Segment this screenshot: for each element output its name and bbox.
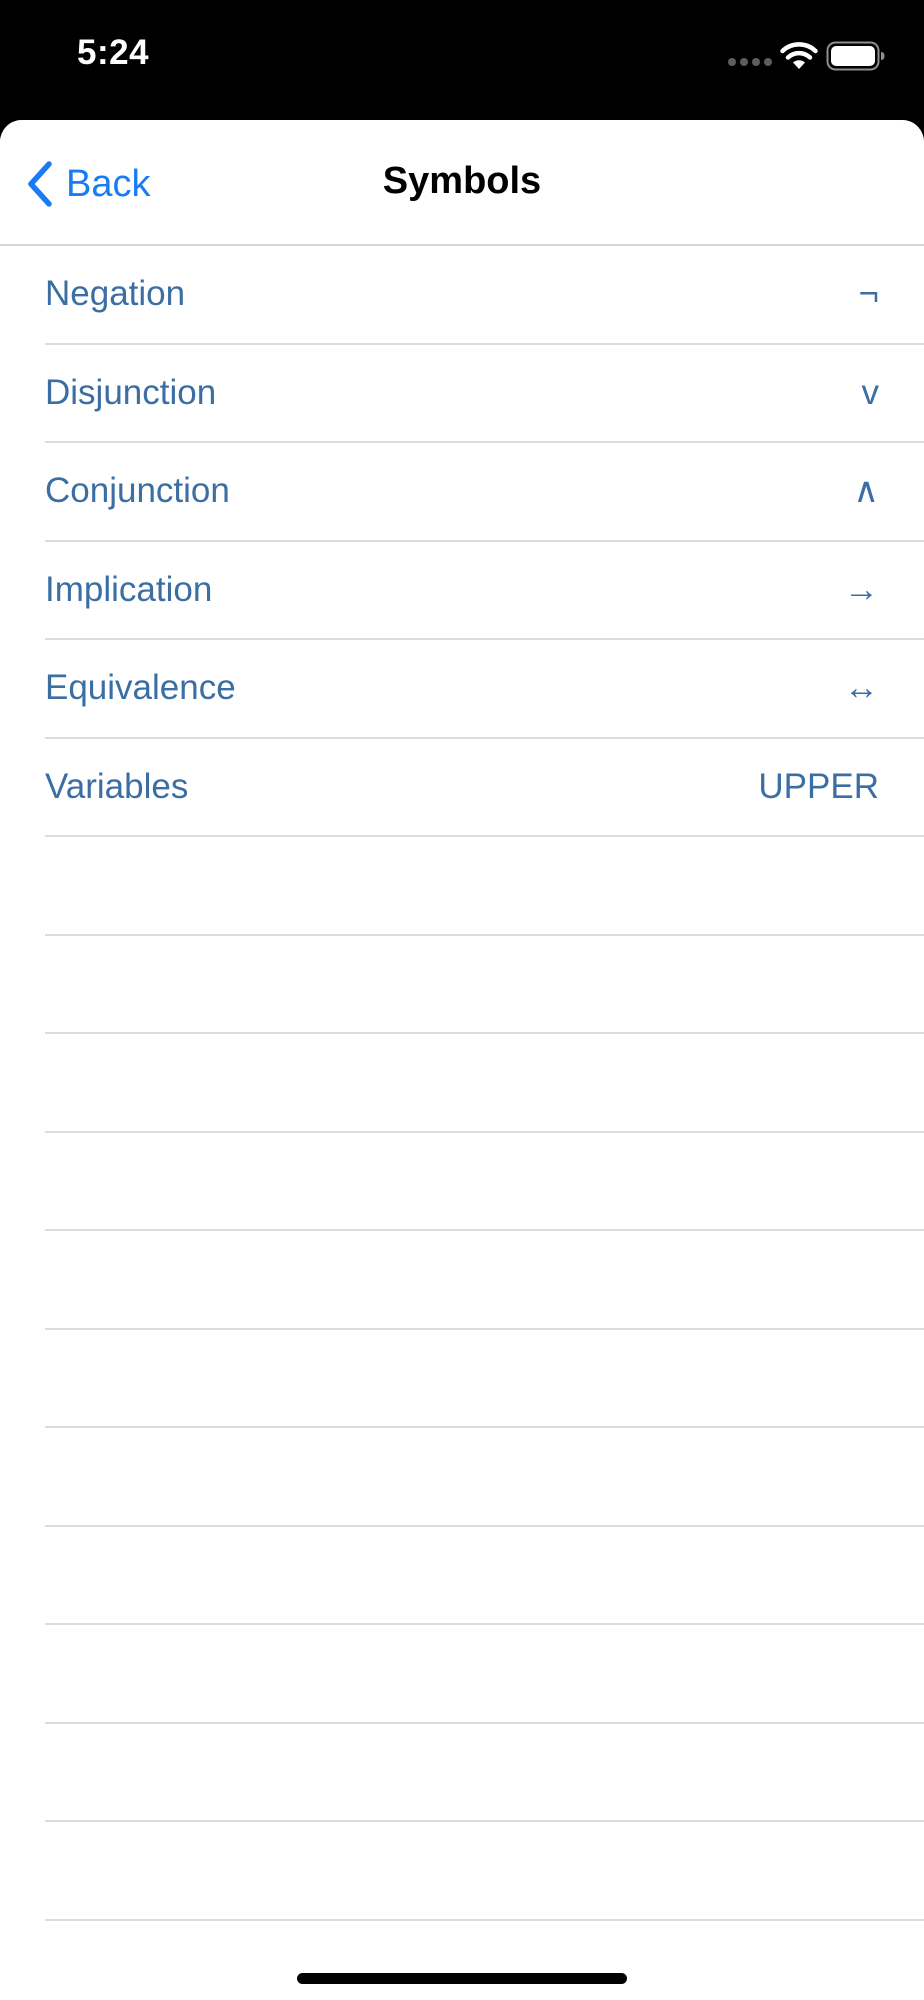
row-implication[interactable]: Implication → bbox=[45, 542, 924, 640]
row-conjunction[interactable]: Conjunction ∧ bbox=[45, 443, 924, 542]
row-value: ∧ bbox=[853, 471, 879, 510]
empty-row bbox=[45, 1231, 924, 1330]
page-title: Symbols bbox=[382, 160, 542, 202]
row-value: ¬ bbox=[858, 274, 879, 313]
status-bar: 5:24 bbox=[0, 0, 924, 118]
status-time: 5:24 bbox=[77, 33, 150, 72]
empty-row bbox=[45, 1330, 924, 1428]
row-label: Variables bbox=[45, 766, 189, 806]
empty-row bbox=[45, 1428, 924, 1527]
screen: 5:24 Back Symbols Negation ¬ Disjunction… bbox=[0, 0, 924, 2000]
row-variables[interactable]: Variables UPPER bbox=[45, 739, 924, 837]
signal-dots-icon bbox=[728, 58, 772, 66]
empty-row bbox=[45, 1034, 924, 1133]
sheet: Back Symbols Negation ¬ Disjunction v Co… bbox=[0, 120, 924, 2000]
row-equivalence[interactable]: Equivalence ↔ bbox=[45, 640, 924, 739]
empty-row bbox=[45, 936, 924, 1034]
row-negation[interactable]: Negation ¬ bbox=[45, 246, 924, 345]
empty-row bbox=[45, 837, 924, 936]
row-value: ↔ bbox=[844, 668, 879, 707]
row-value: UPPER bbox=[758, 766, 879, 806]
row-value: v bbox=[861, 372, 880, 412]
row-label: Disjunction bbox=[45, 372, 217, 412]
row-label: Negation bbox=[45, 274, 186, 313]
empty-row bbox=[45, 1527, 924, 1625]
symbols-list: Negation ¬ Disjunction v Conjunction ∧ I… bbox=[0, 246, 924, 1921]
empty-row bbox=[45, 1625, 924, 1724]
wifi-icon bbox=[780, 42, 818, 69]
empty-row bbox=[45, 1822, 924, 1921]
row-value: → bbox=[844, 569, 879, 609]
row-label: Implication bbox=[45, 569, 213, 609]
empty-row bbox=[45, 1724, 924, 1822]
home-indicator[interactable] bbox=[297, 1973, 627, 1984]
empty-row bbox=[45, 1133, 924, 1231]
row-label: Conjunction bbox=[45, 471, 230, 510]
battery-icon bbox=[826, 41, 885, 71]
navigation-bar: Back Symbols bbox=[0, 120, 924, 246]
row-label: Equivalence bbox=[45, 668, 236, 707]
row-disjunction[interactable]: Disjunction v bbox=[45, 345, 924, 443]
